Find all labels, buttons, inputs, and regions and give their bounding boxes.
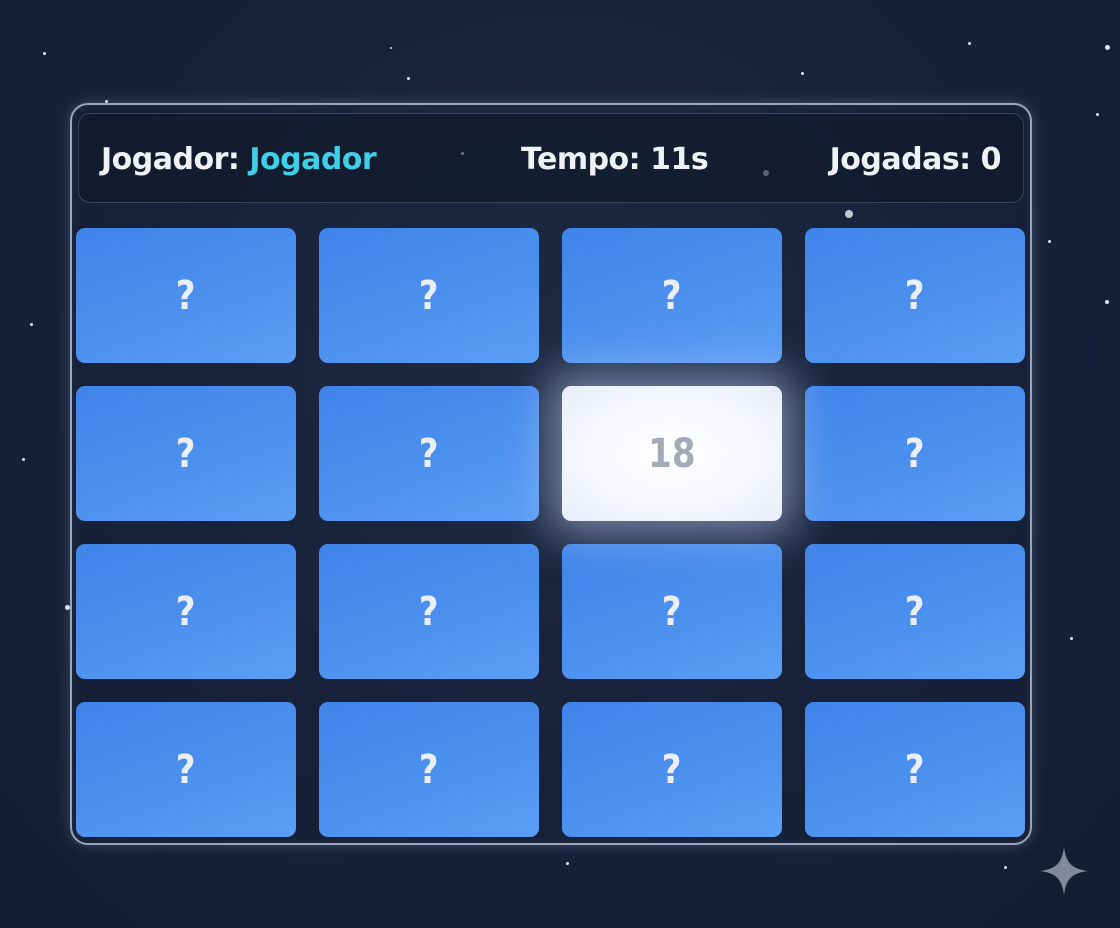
game-board: Jogador: Jogador Tempo: 11s Jogadas: 0 ?… bbox=[70, 103, 1032, 845]
memory-card-revealed[interactable]: 18 bbox=[562, 386, 782, 521]
card-face: ? bbox=[176, 746, 196, 793]
card-face: ? bbox=[662, 272, 682, 319]
memory-card[interactable]: ? bbox=[76, 386, 296, 521]
card-face: ? bbox=[662, 746, 682, 793]
card-face: ? bbox=[905, 272, 925, 319]
player-label: Jogador: bbox=[101, 142, 240, 177]
card-grid: ? ? ? ? ? ? 18 ? ? ? ? ? ? ? ? ? bbox=[76, 228, 1025, 837]
timer-stat: Tempo: 11s bbox=[521, 142, 709, 177]
card-face: ? bbox=[905, 746, 925, 793]
card-face: 18 bbox=[648, 430, 696, 477]
card-face: ? bbox=[176, 272, 196, 319]
memory-card[interactable]: ? bbox=[562, 228, 782, 363]
memory-card[interactable]: ? bbox=[562, 702, 782, 837]
memory-card[interactable]: ? bbox=[562, 544, 782, 679]
player-name: Jogador bbox=[249, 142, 377, 177]
memory-card[interactable]: ? bbox=[76, 544, 296, 679]
memory-card[interactable]: ? bbox=[805, 544, 1025, 679]
card-face: ? bbox=[419, 588, 439, 635]
memory-card[interactable]: ? bbox=[319, 386, 539, 521]
sparkle-icon bbox=[1040, 847, 1088, 895]
memory-card[interactable]: ? bbox=[805, 228, 1025, 363]
card-face: ? bbox=[176, 430, 196, 477]
player-stat: Jogador: Jogador bbox=[101, 114, 377, 204]
card-face: ? bbox=[419, 272, 439, 319]
card-face: ? bbox=[905, 588, 925, 635]
memory-card[interactable]: ? bbox=[76, 702, 296, 837]
memory-card[interactable]: ? bbox=[319, 544, 539, 679]
card-face: ? bbox=[419, 430, 439, 477]
scoreboard-header: Jogador: Jogador Tempo: 11s Jogadas: 0 bbox=[78, 113, 1024, 203]
memory-card[interactable]: ? bbox=[319, 702, 539, 837]
card-face: ? bbox=[905, 430, 925, 477]
card-face: ? bbox=[176, 588, 196, 635]
memory-card[interactable]: ? bbox=[805, 702, 1025, 837]
memory-card[interactable]: ? bbox=[805, 386, 1025, 521]
card-face: ? bbox=[419, 746, 439, 793]
memory-card[interactable]: ? bbox=[76, 228, 296, 363]
moves-stat: Jogadas: 0 bbox=[829, 142, 1002, 177]
card-face: ? bbox=[662, 588, 682, 635]
memory-card[interactable]: ? bbox=[319, 228, 539, 363]
